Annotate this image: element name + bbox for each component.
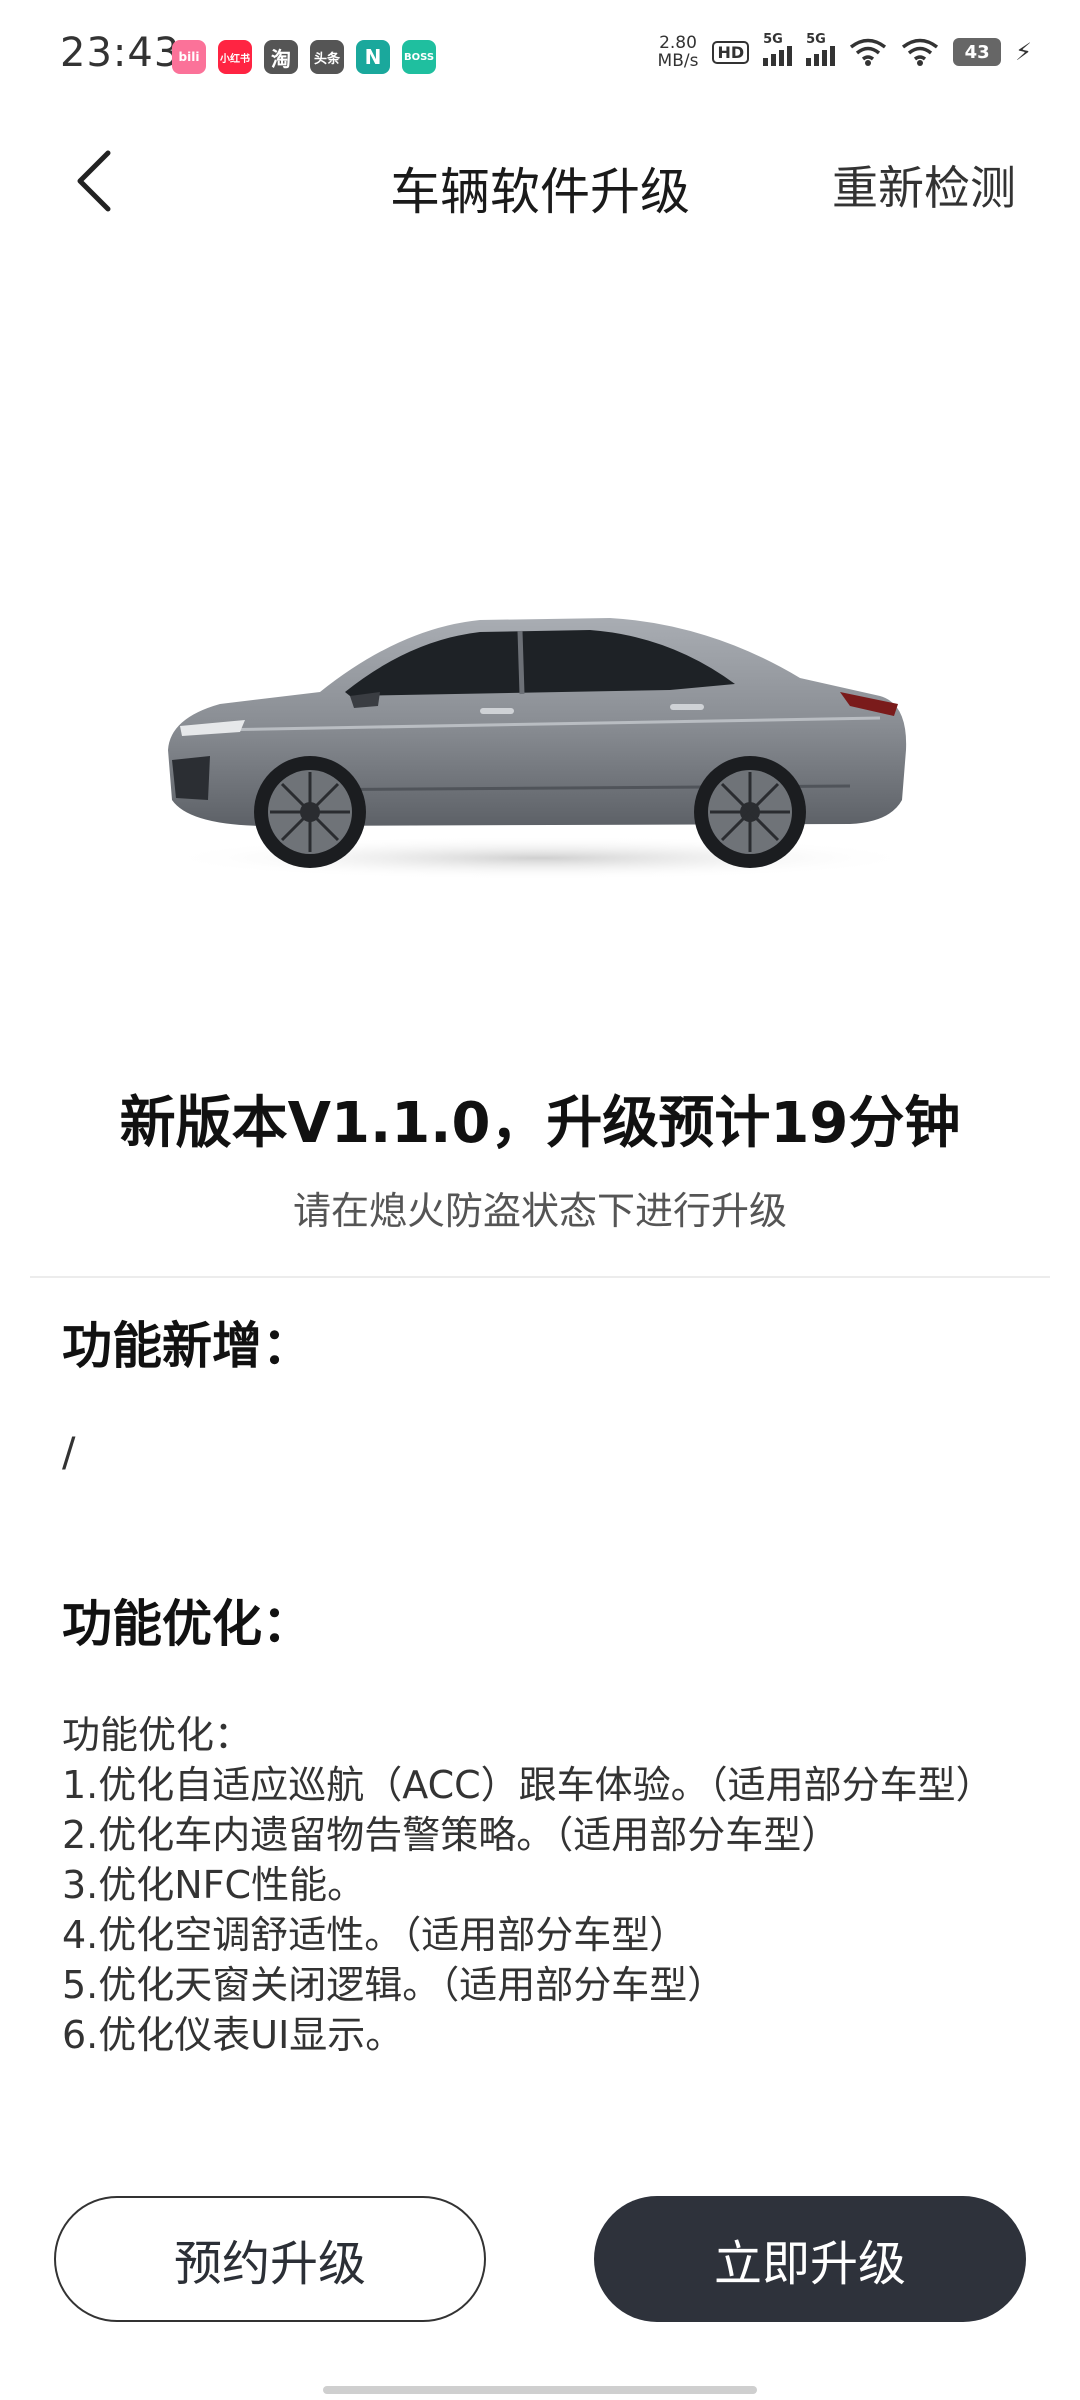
sim2-network-label: 5G <box>806 32 826 47</box>
front-wheel <box>254 756 366 868</box>
network-speed-value: 2.80 <box>659 33 697 53</box>
wifi-icon <box>850 38 887 66</box>
top-app-bar: 车辆软件升级 重新检测 <box>0 118 1080 248</box>
version-title: 新版本V1.1.0，升级预计19分钟 <box>119 1091 961 1156</box>
boss-icon: BOSS <box>402 40 436 74</box>
wifi-icon-secondary <box>902 38 939 66</box>
hd-voice-icon: HD <box>712 40 750 64</box>
reserve-upgrade-button[interactable]: 预约升级 <box>54 2196 486 2322</box>
network-speed: 2.80 MB/s <box>658 34 699 70</box>
xiaohongshu-icon: 小红书 <box>218 40 252 74</box>
car-image <box>150 600 930 890</box>
note-line: 6.优化仪表UI显示。 <box>62 2013 404 2057</box>
toutiao-icon: 头条 <box>310 40 344 74</box>
status-time: 23:43 <box>60 30 181 76</box>
note-line: 功能优化： <box>62 1713 253 1757</box>
battery-icon: 43 <box>953 38 1002 66</box>
new-features-body: / <box>62 1430 76 1476</box>
new-features-title: 功能新增： <box>62 1317 312 1375</box>
recheck-button[interactable]: 重新检测 <box>832 152 1016 218</box>
note-line: 4.优化空调舒适性。（适用部分车型） <box>62 1913 688 1957</box>
nio-icon: N <box>356 40 390 74</box>
optimizations-title: 功能优化： <box>62 1595 312 1653</box>
car-illustration <box>160 618 920 880</box>
note-line: 1.优化自适应巡航（ACC）跟车体验。（适用部分车型） <box>62 1763 994 1807</box>
charging-icon: ⚡ <box>1015 38 1032 66</box>
notification-icons: bili 小红书 淘 头条 N BOSS <box>172 40 436 74</box>
note-line: 5.优化天窗关闭逻辑。（适用部分车型） <box>62 1963 726 2007</box>
rear-wheel <box>694 756 806 868</box>
home-indicator[interactable] <box>323 2386 757 2394</box>
upgrade-now-button[interactable]: 立即升级 <box>594 2196 1026 2322</box>
upgrade-note: 请在熄火防盗状态下进行升级 <box>292 1189 787 1233</box>
note-line: 3.优化NFC性能。 <box>62 1863 366 1907</box>
status-bar: 23:43 bili 小红书 淘 头条 N BOSS 2.80 MB/s HD … <box>0 0 1080 118</box>
signal-sim2-icon: 5G <box>806 32 836 66</box>
sim1-network-label: 5G <box>763 32 783 47</box>
optimization-notes: 功能优化： 1.优化自适应巡航（ACC）跟车体验。（适用部分车型） 2.优化车内… <box>62 1710 1042 2060</box>
status-indicators: 2.80 MB/s HD 5G 5G 43 ⚡ <box>658 32 1032 70</box>
signal-sim1-icon: 5G <box>763 32 793 66</box>
bilibili-icon: bili <box>172 40 206 74</box>
screen: 23:43 bili 小红书 淘 头条 N BOSS 2.80 MB/s HD … <box>0 0 1080 2400</box>
taobao-icon: 淘 <box>264 40 298 74</box>
divider <box>30 1276 1050 1278</box>
note-line: 2.优化车内遗留物告警策略。（适用部分车型） <box>62 1813 840 1857</box>
network-speed-unit: MB/s <box>657 51 699 71</box>
